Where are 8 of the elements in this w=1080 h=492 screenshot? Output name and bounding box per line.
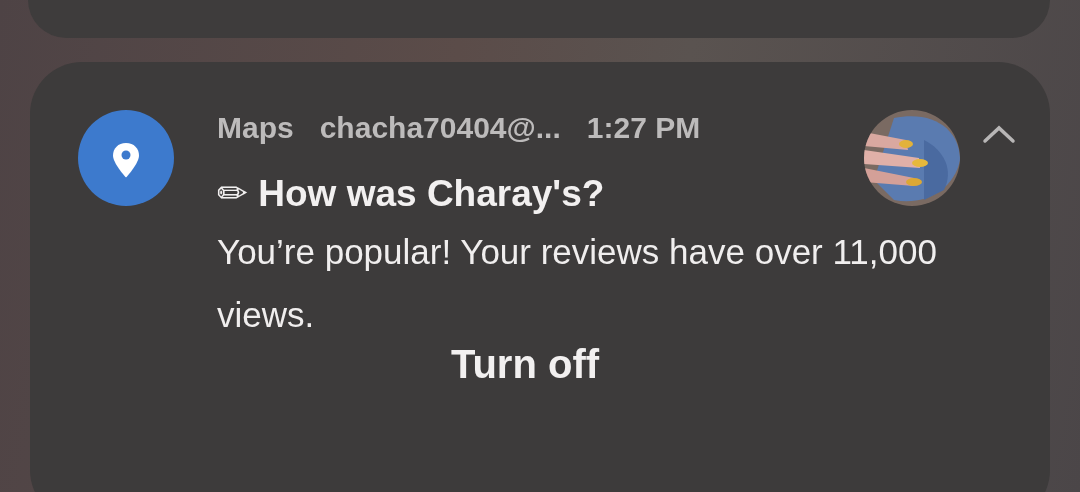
turn-off-button[interactable]: Turn off: [440, 338, 610, 391]
notification-body: You’re popular! Your reviews have over 11,000 views.: [217, 231, 938, 336]
app-name: Maps: [217, 110, 294, 146]
notification-title: ✏ How was Charay's?: [217, 172, 606, 216]
map-pin-icon: [78, 110, 174, 206]
notification-time: 1:27 PM: [586, 110, 701, 146]
collapse-chevron-icon[interactable]: [982, 124, 1016, 144]
account-name: chacha70404@...: [319, 110, 561, 146]
